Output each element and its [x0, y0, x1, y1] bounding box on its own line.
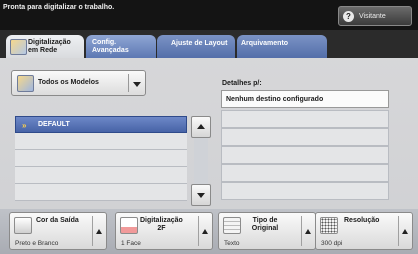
feature-title: Tipo de	[252, 217, 278, 224]
template-row-default[interactable]: » DEFAULT	[15, 116, 187, 133]
original-type-icon	[223, 217, 241, 234]
resolution-button[interactable]: Resolução 300 dpi	[315, 212, 413, 250]
output-color-icon	[14, 217, 32, 234]
arrow-up-icon	[197, 124, 205, 129]
user-label: Visitante	[359, 12, 386, 20]
chevron-up-icon	[202, 229, 208, 234]
divider	[92, 216, 93, 246]
destination-row[interactable]: Nenhum destino configurado	[221, 90, 389, 108]
divider	[198, 216, 199, 246]
feature-title: Resolução	[344, 217, 380, 224]
divider	[301, 216, 302, 246]
status-bar: Pronta para digitalizar o trabalho. ? Vi…	[0, 0, 418, 30]
destination-row[interactable]	[221, 146, 389, 164]
template-list: » DEFAULT	[15, 116, 187, 203]
templates-dropdown-label: Todos os Modelos	[38, 79, 99, 86]
tab-label: Ajuste de Layout	[171, 40, 228, 47]
output-color-button[interactable]: Cor da Saída Preto e Branco	[9, 212, 107, 250]
help-icon: ?	[343, 10, 354, 22]
template-row[interactable]	[15, 167, 187, 184]
template-row[interactable]	[15, 133, 187, 150]
chevron-up-icon	[402, 229, 408, 234]
tab-advanced-settings[interactable]: Config. Avançadas	[86, 35, 156, 58]
feature-value: 300 dpi	[321, 240, 343, 247]
templates-dropdown[interactable]: Todos os Modelos	[11, 70, 146, 96]
chevron-up-icon	[305, 229, 311, 234]
status-message: Pronta para digitalizar o trabalho.	[3, 4, 115, 11]
destination-row[interactable]	[221, 182, 389, 200]
two-sided-scan-button[interactable]: Digitalização 2F 1 Face	[115, 212, 213, 250]
feature-title: Original	[251, 225, 279, 232]
tab-label: Arquivamento	[241, 40, 289, 47]
arrow-down-icon	[197, 193, 205, 198]
destination-label: Nenhum destino configurado	[226, 96, 324, 103]
destination-row[interactable]	[221, 128, 389, 146]
network-scan-icon	[10, 39, 27, 55]
scrollbar-track	[194, 138, 208, 184]
2-sided-scan-icon	[120, 217, 138, 234]
divider	[128, 74, 129, 92]
destination-row[interactable]	[221, 164, 389, 182]
tab-label: em Rede	[28, 47, 58, 54]
details-label: Detalhes p/:	[222, 80, 262, 87]
feature-title: Cor da Saída	[36, 217, 79, 224]
tab-label: Config.	[92, 39, 117, 46]
template-row[interactable]	[15, 150, 187, 167]
original-type-button[interactable]: Tipo de Original Texto	[218, 212, 316, 250]
tab-label: Avançadas	[92, 47, 129, 54]
scan-screen: Pronta para digitalizar o trabalho. ? Vi…	[0, 0, 418, 254]
tab-layout-adjustment[interactable]: Ajuste de Layout	[157, 35, 235, 58]
feature-value: Preto e Branco	[15, 240, 59, 247]
tab-label: Digitalização	[28, 39, 71, 46]
template-row[interactable]	[15, 184, 187, 201]
tab-network-scan[interactable]: Digitalização em Rede	[6, 35, 84, 58]
feature-title: 2F	[157, 225, 166, 232]
scroll-down-button[interactable]	[191, 184, 211, 206]
templates-icon	[17, 75, 34, 92]
feature-value: 1 Face	[121, 240, 141, 247]
feature-title: Digitalização	[140, 217, 183, 224]
tab-filing[interactable]: Arquivamento	[237, 35, 327, 58]
tab-bar: Digitalização em Rede Config. Avançadas …	[0, 30, 418, 58]
chevron-down-icon	[133, 82, 141, 87]
divider	[398, 216, 399, 246]
guest-user-button[interactable]: ? Visitante	[338, 6, 412, 26]
destination-row[interactable]	[221, 110, 389, 128]
resolution-icon	[320, 217, 338, 234]
chevron-up-icon	[96, 229, 102, 234]
chevron-right-icon: »	[22, 121, 27, 130]
feature-value: Texto	[224, 240, 240, 247]
scroll-up-button[interactable]	[191, 116, 211, 138]
template-label: DEFAULT	[38, 121, 70, 128]
